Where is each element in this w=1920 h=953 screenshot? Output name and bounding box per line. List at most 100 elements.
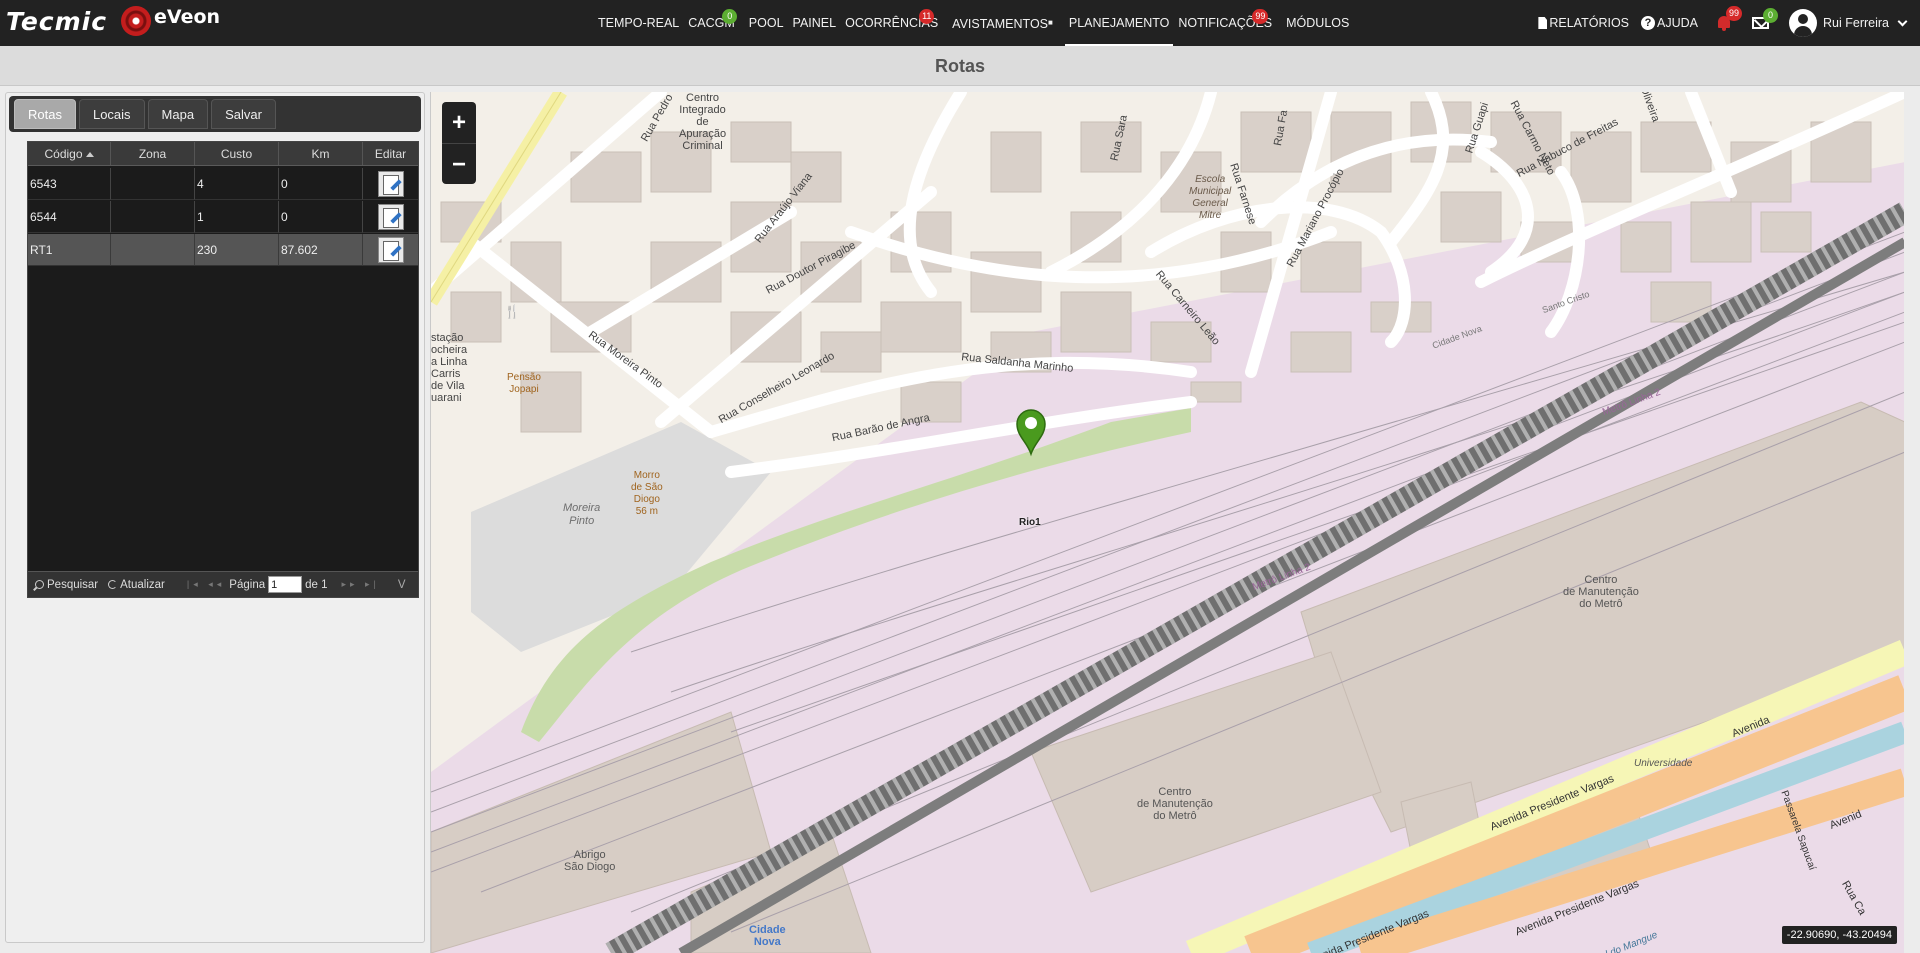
- user-name: Rui Ferreira: [1823, 16, 1889, 30]
- lock-icon: ■: [1048, 18, 1053, 27]
- edit-icon[interactable]: [377, 170, 404, 197]
- cell-custo: 1: [195, 201, 279, 233]
- nav-painel-label: PAINEL: [792, 16, 837, 30]
- sort-ascending-icon: [85, 152, 94, 157]
- tab-mapa[interactable]: Mapa: [147, 99, 209, 129]
- nav-modulos-label: MÓDULOS: [1286, 16, 1350, 30]
- refresh-button[interactable]: Atualizar: [108, 579, 165, 591]
- chevron-down-icon: [1897, 16, 1908, 26]
- col-zona-label: Zona: [138, 147, 167, 161]
- nav-notificacoes[interactable]: NOTIFICAÇÕES 99: [1174, 0, 1276, 46]
- col-header-custo[interactable]: Custo: [195, 142, 279, 165]
- panel-tabs: Rotas Locais Mapa Salvar: [9, 96, 421, 132]
- grid-pager: Pesquisar Atualizar |◂ ◂◂ Página de 1 ▸▸…: [28, 571, 418, 597]
- nav-avistamentos[interactable]: AVISTAMENTOS■: [948, 0, 1057, 46]
- cell-editar: [363, 168, 418, 200]
- mail-badge: 0: [1763, 8, 1778, 23]
- nav-painel[interactable]: PAINEL: [789, 0, 841, 46]
- map-label: Pensão Jopapi: [507, 372, 541, 396]
- zoom-out-button[interactable]: −: [442, 143, 476, 184]
- col-editar-label: Editar: [374, 147, 407, 161]
- map-label-text: Cidade Nova: [749, 924, 786, 948]
- search-button[interactable]: Pesquisar: [35, 579, 98, 591]
- map-label-text: Escola Municipal General Mitre: [1189, 174, 1232, 221]
- table-row[interactable]: 6543 4 0: [28, 168, 418, 200]
- cell-custo: 4: [195, 168, 279, 200]
- avatar-icon: [1789, 9, 1817, 37]
- nav-ocorrencias[interactable]: OCORRÊNCIAS 11: [841, 0, 942, 46]
- col-header-km[interactable]: Km: [279, 142, 363, 165]
- map-label: Cidade Nova: [749, 924, 786, 948]
- cell-codigo: RT1: [28, 234, 111, 266]
- cell-zona: [111, 234, 195, 266]
- table-row[interactable]: 6544 1 0: [28, 201, 418, 233]
- page-number-input[interactable]: [268, 576, 303, 593]
- search-icon: [35, 580, 44, 589]
- refresh-label: Atualizar: [120, 578, 165, 591]
- grid-header: Código Zona Custo Km Editar: [28, 142, 418, 166]
- cell-editar: [363, 201, 418, 233]
- cell-zona: [111, 168, 195, 200]
- col-km-label: Km: [311, 147, 330, 161]
- pager-view-label: V: [397, 578, 406, 591]
- nav-cacgm[interactable]: CACGM 0: [684, 0, 739, 46]
- pager-first-prev-icon[interactable]: |◂ ◂◂: [187, 579, 225, 590]
- nav-modulos[interactable]: MÓDULOS: [1282, 0, 1353, 46]
- map-label: stação ocheira a Linha Carris de Vila ua…: [431, 332, 467, 404]
- tecmic-logo: Tecmic: [6, 6, 108, 36]
- relatorios-link[interactable]: RELATÓRIOS: [1538, 16, 1629, 30]
- map-label-text: Abrigo São Diogo: [564, 849, 616, 873]
- tab-locais[interactable]: Locais: [78, 99, 145, 129]
- nav-tempo-real-label: TEMPO-REAL: [598, 16, 680, 30]
- table-row-selected[interactable]: RT1 230 87.602: [28, 234, 418, 266]
- route-marker-label[interactable]: Rio1: [1019, 517, 1041, 528]
- ajuda-link[interactable]: ? AJUDA: [1641, 16, 1698, 30]
- nav-avistamentos-label: AVISTAMENTOS: [952, 17, 1049, 31]
- map-view[interactable]: Centro Integrado de Apuração Criminal Ru…: [430, 92, 1904, 953]
- nav-planejamento-label: PLANEJAMENTO: [1068, 16, 1170, 30]
- zoom-in-button[interactable]: +: [442, 102, 476, 143]
- map-label-text: Centro de Manutenção do Metrô: [1137, 786, 1213, 822]
- col-header-zona[interactable]: Zona: [111, 142, 195, 165]
- map-label: Moreira Pinto: [563, 502, 600, 528]
- map-label: Centro de Manutenção do Metrô: [1137, 786, 1213, 822]
- cell-codigo: 6543: [28, 168, 111, 200]
- col-header-codigo[interactable]: Código: [28, 142, 111, 165]
- tab-rotas[interactable]: Rotas: [14, 99, 76, 129]
- nav-tempo-real[interactable]: TEMPO-REAL: [594, 0, 683, 46]
- map-label-text: Moreira Pinto: [563, 502, 601, 527]
- col-codigo-label: Código: [44, 147, 83, 161]
- pager-next-last-icon[interactable]: ▸▸ ▸|: [342, 579, 380, 590]
- map-label: Abrigo São Diogo: [564, 849, 615, 873]
- coordinate-readout: -22.90690, -43.20494: [1781, 926, 1897, 944]
- cell-custo: 230: [195, 234, 279, 266]
- edit-icon[interactable]: [377, 236, 404, 263]
- cell-km: 0: [279, 201, 363, 233]
- zoom-controls: + −: [442, 102, 476, 184]
- notifications-bell[interactable]: 99: [1716, 6, 1743, 31]
- routes-panel: Rotas Locais Mapa Salvar Código Zona Cus…: [5, 92, 425, 943]
- map-label-text: Morro de São Diogo 56 m: [631, 470, 663, 517]
- edit-icon[interactable]: [377, 203, 404, 230]
- messages-envelope[interactable]: 0: [1752, 8, 1778, 29]
- map-label-text: Centro de Manutenção do Metrô: [1563, 574, 1639, 610]
- cell-zona: [111, 201, 195, 233]
- refresh-icon: [108, 580, 118, 589]
- map-label-text: Pensão Jopapi: [507, 372, 541, 395]
- routes-grid: Código Zona Custo Km Editar 6543 4 0 654…: [27, 141, 419, 598]
- nav-pool[interactable]: POOL: [745, 0, 788, 46]
- page-title: Rotas: [0, 46, 1920, 86]
- brand-logos[interactable]: Tecmic eVeon: [6, 6, 220, 36]
- bell-badge: 99: [1726, 6, 1743, 21]
- tab-salvar[interactable]: Salvar: [211, 99, 276, 129]
- map-label: Morro de São Diogo 56 m: [631, 470, 663, 518]
- nav-planejamento[interactable]: PLANEJAMENTO: [1064, 0, 1174, 46]
- relatorios-label: RELATÓRIOS: [1549, 16, 1630, 30]
- map-label-text: Centro Integrado de Apuração Criminal: [679, 92, 727, 152]
- map-label: Centro Integrado de Apuração Criminal: [679, 92, 726, 152]
- user-menu: RELATÓRIOS ? AJUDA 99 0 Rui Ferreira: [1538, 0, 1908, 46]
- main-menu: TEMPO-REAL CACGM 0 POOL PAINEL OCORRÊNCIA…: [594, 0, 1354, 46]
- user-profile[interactable]: Rui Ferreira: [1789, 9, 1908, 37]
- map-label: Universidade: [1634, 758, 1693, 769]
- col-custo-label: Custo: [220, 147, 253, 161]
